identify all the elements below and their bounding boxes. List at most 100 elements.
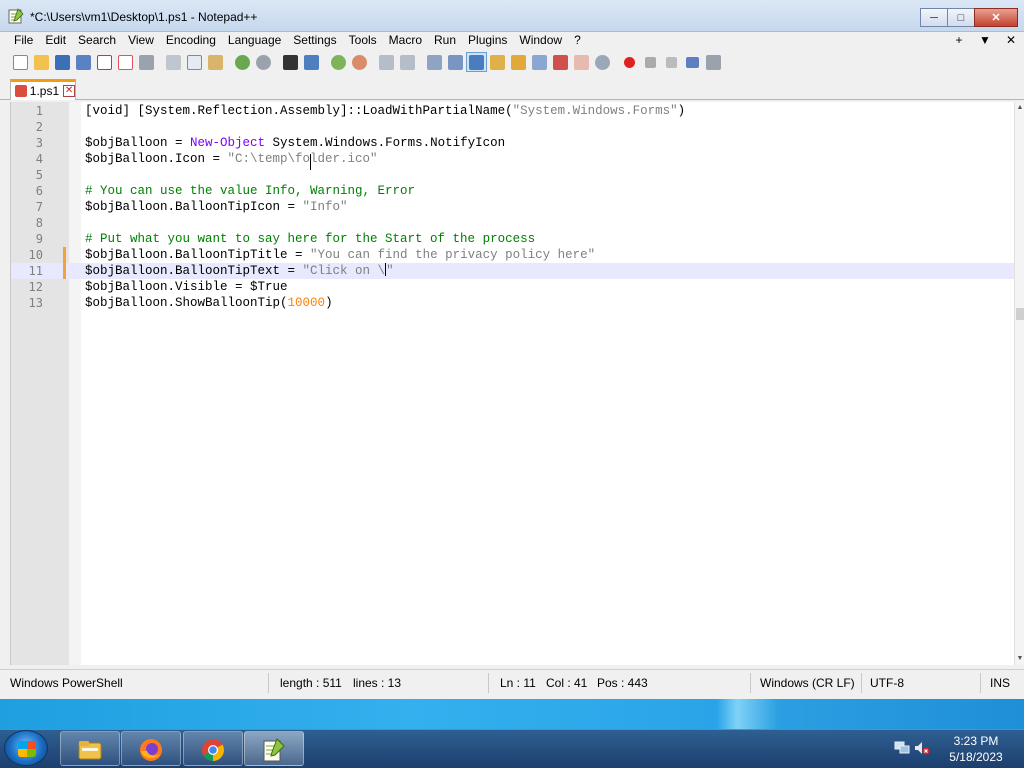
- code-line-11[interactable]: 11 $objBalloon.BalloonTipText = "Click on…: [11, 263, 1015, 279]
- show-all-chars-button[interactable]: [445, 52, 466, 72]
- code-text: $objBalloon.Icon = "C:\temp\folder.ico": [85, 152, 378, 166]
- chrome-icon: [202, 739, 224, 761]
- paste-button[interactable]: [205, 52, 226, 72]
- folder-workspace-button[interactable]: [571, 52, 592, 72]
- sync-horizontal-button[interactable]: [397, 52, 418, 72]
- status-bar: Windows PowerShell length : 511 lines : …: [0, 669, 1024, 695]
- taskbar-file-explorer[interactable]: [60, 731, 120, 766]
- udl-icon: [490, 54, 505, 70]
- monitoring-button[interactable]: [592, 52, 613, 72]
- status-encoding[interactable]: UTF-8: [870, 676, 904, 690]
- code-line-7[interactable]: 7 $objBalloon.BalloonTipIcon = "Info": [11, 199, 1015, 215]
- code-text: $objBalloon.Visible = $True: [85, 280, 288, 294]
- tab-list-button[interactable]: ▼: [972, 32, 998, 48]
- cut-icon: [166, 54, 181, 70]
- menu-help[interactable]: ?: [568, 32, 587, 48]
- menu-tools[interactable]: Tools: [343, 32, 383, 48]
- code-line-2[interactable]: 2: [11, 119, 1015, 135]
- close-document-button[interactable]: ✕: [998, 32, 1024, 48]
- scroll-thumb[interactable]: [1016, 308, 1024, 320]
- close-all-button[interactable]: [115, 52, 136, 72]
- code-line-3[interactable]: 3 $objBalloon = New-Object System.Windows…: [11, 135, 1015, 151]
- line-number: 12: [28, 280, 43, 294]
- save-icon: [55, 54, 70, 70]
- menu-view[interactable]: View: [122, 32, 160, 48]
- print-button[interactable]: [136, 52, 157, 72]
- find-button[interactable]: [280, 52, 301, 72]
- code-line-6[interactable]: 6 # You can use the value Info, Warning, …: [11, 183, 1015, 199]
- fast-forward-icon: [686, 56, 699, 68]
- new-file-button[interactable]: [10, 52, 31, 72]
- taskbar-firefox[interactable]: [121, 731, 181, 766]
- copy-button[interactable]: [184, 52, 205, 72]
- menu-window[interactable]: Window: [513, 32, 568, 48]
- taskbar-notepadpp[interactable]: [244, 731, 304, 766]
- status-length: length : 511: [280, 676, 342, 690]
- code-line-13[interactable]: 13 $objBalloon.ShowBalloonTip(10000): [11, 295, 1015, 311]
- function-list-button[interactable]: [550, 52, 571, 72]
- code-line-1[interactable]: 1 [void] [System.Reflection.Assembly]::Lo…: [11, 103, 1015, 119]
- notepad-plus-plus-icon: [263, 738, 285, 762]
- network-icon[interactable]: [894, 741, 910, 755]
- menu-edit[interactable]: Edit: [39, 32, 72, 48]
- system-clock[interactable]: 3:23 PM 5/18/2023: [936, 733, 1016, 765]
- code-text: $objBalloon = New-Object System.Windows.…: [85, 136, 506, 150]
- udl-button[interactable]: [487, 52, 508, 72]
- taskbar-chrome[interactable]: [183, 731, 243, 766]
- code-editor[interactable]: 1 [void] [System.Reflection.Assembly]::Lo…: [10, 102, 1024, 665]
- undo-button[interactable]: [232, 52, 253, 72]
- open-file-button[interactable]: [31, 52, 52, 72]
- macro-save-button[interactable]: [703, 52, 724, 72]
- save-all-button[interactable]: [73, 52, 94, 72]
- code-line-12[interactable]: 12 $objBalloon.Visible = $True: [11, 279, 1015, 295]
- macro-record-button[interactable]: [619, 52, 640, 72]
- cut-button[interactable]: [163, 52, 184, 72]
- zoom-in-button[interactable]: [328, 52, 349, 72]
- vertical-scrollbar[interactable]: ▲ ▼: [1014, 102, 1024, 665]
- redo-button[interactable]: [253, 52, 274, 72]
- menu-run[interactable]: Run: [428, 32, 462, 48]
- tab-close-icon[interactable]: ✕: [63, 85, 75, 97]
- doc-map-button[interactable]: [508, 52, 529, 72]
- indent-guide-button[interactable]: [466, 52, 487, 72]
- code-line-4[interactable]: 4 $objBalloon.Icon = "C:\temp\folder.ico": [11, 151, 1015, 167]
- macro-stop-button[interactable]: [640, 52, 661, 72]
- new-tab-button[interactable]: +: [946, 32, 972, 48]
- title-bar[interactable]: *C:\Users\vm1\Desktop\1.ps1 - Notepad++ …: [0, 0, 1024, 32]
- scroll-up-icon[interactable]: ▲: [1016, 104, 1024, 112]
- word-wrap-icon: [427, 54, 442, 70]
- tab-1-ps1[interactable]: 1.ps1 ✕: [10, 79, 76, 100]
- volume-muted-icon[interactable]: [914, 741, 930, 755]
- close-file-button[interactable]: [94, 52, 115, 72]
- minimize-button[interactable]: ─: [920, 8, 948, 27]
- menu-language[interactable]: Language: [222, 32, 287, 48]
- replace-button[interactable]: [301, 52, 322, 72]
- status-eol[interactable]: Windows (CR LF): [760, 676, 855, 690]
- doc-list-button[interactable]: [529, 52, 550, 72]
- code-line-5[interactable]: 5: [11, 167, 1015, 183]
- menu-file[interactable]: File: [8, 32, 39, 48]
- sync-horizontal-icon: [400, 54, 415, 70]
- scroll-down-icon[interactable]: ▼: [1016, 655, 1024, 663]
- menu-search[interactable]: Search: [72, 32, 122, 48]
- macro-run-multiple-button[interactable]: [682, 52, 703, 72]
- code-line-9[interactable]: 9 # Put what you want to say here for the…: [11, 231, 1015, 247]
- menu-plugins[interactable]: Plugins: [462, 32, 513, 48]
- menu-macro[interactable]: Macro: [383, 32, 428, 48]
- macro-play-button[interactable]: [661, 52, 682, 72]
- sync-vertical-button[interactable]: [376, 52, 397, 72]
- stop-icon: [645, 56, 656, 68]
- notepadpp-window: *C:\Users\vm1\Desktop\1.ps1 - Notepad++ …: [0, 0, 1024, 699]
- code-line-8[interactable]: 8: [11, 215, 1015, 231]
- save-button[interactable]: [52, 52, 73, 72]
- code-line-10[interactable]: 10 $objBalloon.BalloonTipTitle = "You can…: [11, 247, 1015, 263]
- close-button[interactable]: ✕: [974, 8, 1018, 27]
- word-wrap-button[interactable]: [424, 52, 445, 72]
- zoom-out-button[interactable]: [349, 52, 370, 72]
- menu-encoding[interactable]: Encoding: [160, 32, 222, 48]
- menu-settings[interactable]: Settings: [287, 32, 342, 48]
- status-insert-mode[interactable]: INS: [990, 676, 1010, 690]
- record-icon: [624, 56, 635, 68]
- maximize-button[interactable]: □: [947, 8, 975, 27]
- start-button[interactable]: [4, 730, 48, 766]
